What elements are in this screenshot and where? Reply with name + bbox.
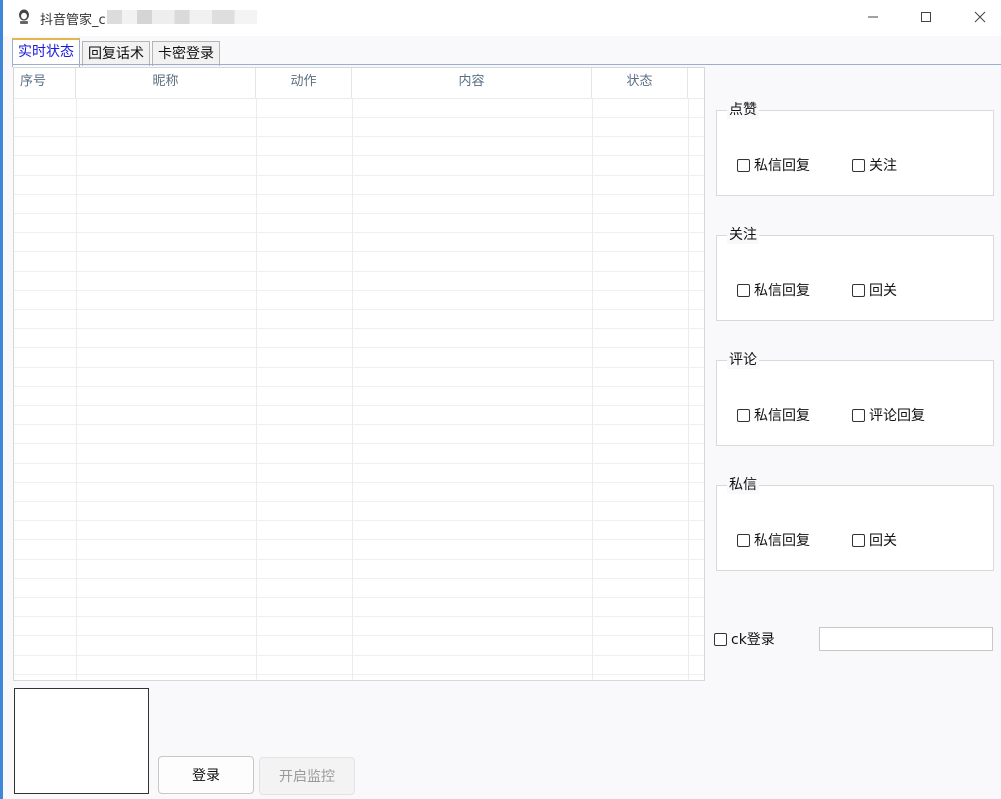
follow-dm-reply-checkbox[interactable]: 私信回复: [737, 280, 810, 300]
close-icon: [974, 11, 986, 23]
checkbox-box[interactable]: [737, 533, 750, 547]
grid-row-line: [14, 174, 704, 176]
dm-follow-back-label: 回关: [869, 533, 897, 549]
column-header-content[interactable]: 内容: [352, 68, 592, 98]
follow-back-checkbox[interactable]: 回关: [852, 280, 897, 300]
group-like: 点赞 私信回复 关注: [716, 101, 994, 196]
like-dm-reply-label: 私信回复: [754, 158, 810, 174]
start-monitor-button[interactable]: 开启监控: [259, 757, 355, 795]
app-window: 抖音管家_c 实时状态 回复话术 卡密登录 序号 昵称 动作 内容 状态 点赞: [0, 0, 1001, 799]
checkbox-box[interactable]: [714, 632, 727, 646]
tab-bar: 实时状态 回复话术 卡密登录: [12, 38, 222, 67]
dm-follow-back-checkbox[interactable]: 回关: [852, 530, 897, 550]
grid-row-line: [14, 232, 704, 234]
checkbox-box[interactable]: [737, 158, 750, 172]
comment-dm-reply-checkbox[interactable]: 私信回复: [737, 405, 810, 425]
group-comment-title: 评论: [727, 351, 759, 369]
table-header: 序号 昵称 动作 内容 状态: [14, 68, 704, 99]
grid-row-line: [14, 462, 704, 464]
grid-row-line: [14, 155, 704, 157]
grid-column-line: [592, 98, 593, 680]
grid-row-line: [14, 673, 704, 675]
tab-realtime-status[interactable]: 实时状态: [12, 38, 80, 67]
ck-input[interactable]: [819, 627, 993, 651]
grid-column-line: [256, 98, 257, 680]
grid-row-line: [14, 117, 704, 118]
grid-row-line: [14, 558, 704, 560]
checkbox-box[interactable]: [737, 283, 750, 297]
grid-row-line: [14, 501, 704, 502]
grid-row-line: [14, 597, 704, 598]
grid-row-line: [14, 635, 704, 637]
comment-dm-reply-label: 私信回复: [754, 408, 810, 424]
dm-dm-reply-checkbox[interactable]: 私信回复: [737, 530, 810, 550]
grid-row-line: [14, 443, 704, 445]
grid-row-line: [14, 213, 704, 214]
group-like-title: 点赞: [727, 101, 759, 119]
grid-row-line: [14, 328, 704, 330]
grid-row-line: [14, 520, 704, 522]
grid-column-line: [352, 98, 353, 680]
column-header-index[interactable]: 序号: [14, 68, 76, 98]
ck-login-label: ck登录: [731, 632, 775, 648]
checkbox-box[interactable]: [852, 283, 865, 297]
checkbox-box[interactable]: [852, 408, 865, 422]
close-button[interactable]: [957, 0, 1001, 34]
group-dm: 私信 私信回复 回关: [716, 476, 994, 571]
grid-row-line: [14, 539, 704, 541]
grid-row-line: [14, 289, 704, 291]
group-dm-title: 私信: [727, 476, 759, 494]
like-dm-reply-checkbox[interactable]: 私信回复: [737, 155, 810, 175]
grid-row-line: [14, 366, 704, 368]
maximize-button[interactable]: [903, 0, 949, 34]
grid-row-line: [14, 251, 704, 253]
like-follow-checkbox[interactable]: 关注: [852, 155, 897, 175]
ck-login-checkbox[interactable]: ck登录: [714, 629, 775, 649]
group-comment: 评论 私信回复 评论回复: [716, 351, 994, 446]
dm-dm-reply-label: 私信回复: [754, 533, 810, 549]
grid-row-line: [14, 481, 704, 483]
minimize-button[interactable]: [850, 0, 896, 34]
grid-row-line: [14, 270, 704, 272]
like-follow-label: 关注: [869, 158, 897, 174]
tab-reply-scripts[interactable]: 回复话术: [82, 41, 150, 66]
grid-row-line: [14, 385, 704, 387]
grid-row-line: [14, 136, 704, 138]
table-body: [14, 98, 704, 680]
checkbox-box[interactable]: [852, 158, 865, 172]
grid-row-line: [14, 309, 704, 310]
group-follow: 关注 私信回复 回关: [716, 226, 994, 321]
minimize-icon: [868, 16, 878, 18]
window-title: 抖音管家_c: [40, 13, 106, 28]
follow-dm-reply-label: 私信回复: [754, 283, 810, 299]
grid-row-line: [14, 616, 704, 618]
tab-card-login[interactable]: 卡密登录: [152, 41, 220, 66]
qr-code-box: [14, 688, 149, 794]
follow-back-label: 回关: [869, 283, 897, 299]
comment-reply-checkbox[interactable]: 评论回复: [852, 405, 925, 425]
checkbox-box[interactable]: [737, 408, 750, 422]
column-header-status[interactable]: 状态: [592, 68, 688, 98]
status-table[interactable]: 序号 昵称 动作 内容 状态: [13, 67, 705, 681]
app-logo-icon: [19, 9, 29, 24]
grid-row-line: [14, 654, 704, 656]
maximize-icon: [921, 12, 931, 22]
grid-column-line: [688, 98, 689, 680]
grid-row-line: [14, 405, 704, 406]
grid-row-line: [14, 577, 704, 579]
grid-column-line: [76, 98, 77, 680]
login-button[interactable]: 登录: [158, 756, 254, 794]
grid-row-line: [14, 424, 704, 426]
blurred-title-region: [107, 10, 257, 24]
grid-row-line: [14, 193, 704, 195]
column-header-action[interactable]: 动作: [256, 68, 352, 98]
tab-divider: [12, 64, 1001, 65]
column-header-nickname[interactable]: 昵称: [76, 68, 256, 98]
comment-reply-label: 评论回复: [869, 408, 925, 424]
grid-row-line: [14, 347, 704, 349]
title-bar: 抖音管家_c: [3, 0, 1001, 36]
checkbox-box[interactable]: [852, 533, 865, 547]
group-follow-title: 关注: [727, 226, 759, 244]
